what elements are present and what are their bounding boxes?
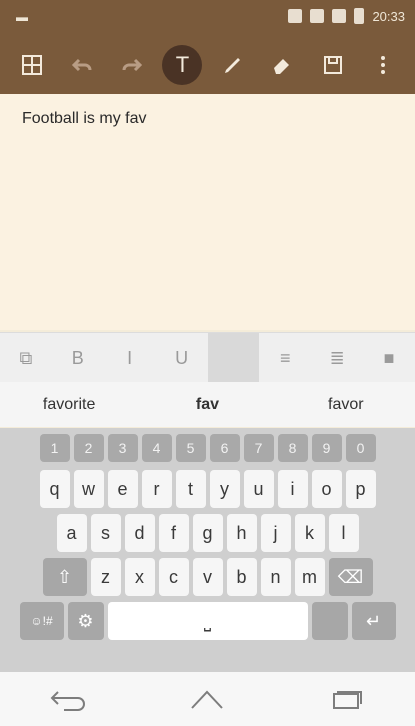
key-y[interactable]: y	[209, 470, 240, 508]
format-paint-icon[interactable]: ⧉	[0, 333, 52, 383]
back-icon[interactable]	[39, 679, 99, 719]
text-color-button[interactable]	[207, 333, 260, 383]
key-w[interactable]: w	[73, 470, 104, 508]
key-9[interactable]: 9	[311, 434, 342, 462]
key-6[interactable]: 6	[209, 434, 240, 462]
key-p[interactable]: p	[345, 470, 376, 508]
key-t[interactable]: t	[175, 470, 206, 508]
key-e[interactable]: e	[107, 470, 138, 508]
pen-icon[interactable]	[213, 45, 253, 85]
note-text[interactable]: Football is my fav	[22, 110, 146, 128]
key-d[interactable]: d	[124, 514, 155, 552]
key-3[interactable]: 3	[107, 434, 138, 462]
key-f[interactable]: f	[158, 514, 189, 552]
system-nav-bar	[0, 672, 415, 726]
key-z[interactable]: z	[90, 558, 121, 596]
battery-icon	[354, 8, 365, 24]
letter-row-1: q w e r t y u i o p	[0, 470, 415, 508]
suggestion-item[interactable]: fav	[138, 396, 276, 414]
number-row: 1 2 3 4 5 6 7 8 9 0	[0, 434, 415, 462]
key-h[interactable]: h	[226, 514, 257, 552]
text-tool-label: T	[175, 52, 190, 77]
redo-icon[interactable]	[112, 45, 152, 85]
key-c[interactable]: c	[158, 558, 189, 596]
key-8[interactable]: 8	[277, 434, 308, 462]
letter-row-3: ⇧ z x c v b n m ⌫	[0, 558, 415, 596]
settings-gear-icon[interactable]: ⚙	[67, 602, 104, 640]
key-1[interactable]: 1	[39, 434, 70, 462]
key-a[interactable]: a	[56, 514, 87, 552]
space-bar[interactable]: ⎵	[107, 602, 308, 640]
status-bar: ▬ 20:33	[0, 0, 415, 36]
key-x[interactable]: x	[124, 558, 155, 596]
key-j[interactable]: j	[260, 514, 291, 552]
fill-button[interactable]: ■	[363, 333, 415, 383]
symbols-key[interactable]: ☺!#	[19, 602, 64, 640]
eraser-icon[interactable]	[263, 45, 303, 85]
shift-key[interactable]: ⇧	[42, 558, 87, 596]
network-icon	[310, 9, 325, 23]
key-2[interactable]: 2	[73, 434, 104, 462]
save-icon[interactable]	[313, 45, 353, 85]
notification-icon: ▬	[16, 10, 28, 24]
undo-icon[interactable]	[62, 45, 102, 85]
key-u[interactable]: u	[243, 470, 274, 508]
key-v[interactable]: v	[192, 558, 223, 596]
suggestion-item[interactable]: favor	[277, 396, 415, 414]
blank-key[interactable]	[311, 602, 348, 640]
suggestion-item[interactable]: favorite	[0, 396, 138, 414]
key-7[interactable]: 7	[243, 434, 274, 462]
key-0[interactable]: 0	[345, 434, 376, 462]
enter-key[interactable]: ↵	[351, 602, 396, 640]
key-g[interactable]: g	[192, 514, 223, 552]
text-tool-icon[interactable]: T	[162, 45, 203, 85]
signal-icon	[332, 9, 347, 23]
underline-button[interactable]: U	[156, 333, 208, 383]
key-o[interactable]: o	[311, 470, 342, 508]
suggestion-bar: favorite fav favor	[0, 382, 415, 427]
keyboard: 1 2 3 4 5 6 7 8 9 0 q w e r t y u i o p …	[0, 428, 415, 672]
status-time: 20:33	[372, 8, 405, 24]
key-l[interactable]: l	[328, 514, 359, 552]
grid-icon[interactable]	[12, 45, 52, 85]
key-r[interactable]: r	[141, 470, 172, 508]
more-icon[interactable]	[363, 45, 403, 85]
key-i[interactable]: i	[277, 470, 308, 508]
home-icon[interactable]	[177, 679, 237, 719]
editor-toolbar: T	[0, 36, 415, 94]
key-k[interactable]: k	[294, 514, 325, 552]
key-q[interactable]: q	[39, 470, 70, 508]
letter-row-2: a s d f g h j k l	[0, 514, 415, 552]
format-bar: ⧉ B I U ≡ ≣ ■	[0, 332, 415, 383]
backspace-key[interactable]: ⌫	[328, 558, 373, 596]
key-s[interactable]: s	[90, 514, 121, 552]
note-editor[interactable]: Football is my fav	[0, 94, 415, 330]
bottom-row: ☺!# ⚙ ⎵ ↵	[0, 602, 415, 640]
key-4[interactable]: 4	[141, 434, 172, 462]
recents-icon[interactable]	[316, 679, 376, 719]
key-b[interactable]: b	[226, 558, 257, 596]
italic-button[interactable]: I	[104, 333, 156, 383]
key-n[interactable]: n	[260, 558, 291, 596]
bold-button[interactable]: B	[52, 333, 104, 383]
nfc-icon	[288, 9, 303, 23]
key-5[interactable]: 5	[175, 434, 206, 462]
status-right: 20:33	[288, 8, 405, 24]
align-right-button[interactable]: ≣	[311, 333, 363, 383]
align-center-button[interactable]: ≡	[259, 333, 311, 383]
key-m[interactable]: m	[294, 558, 325, 596]
